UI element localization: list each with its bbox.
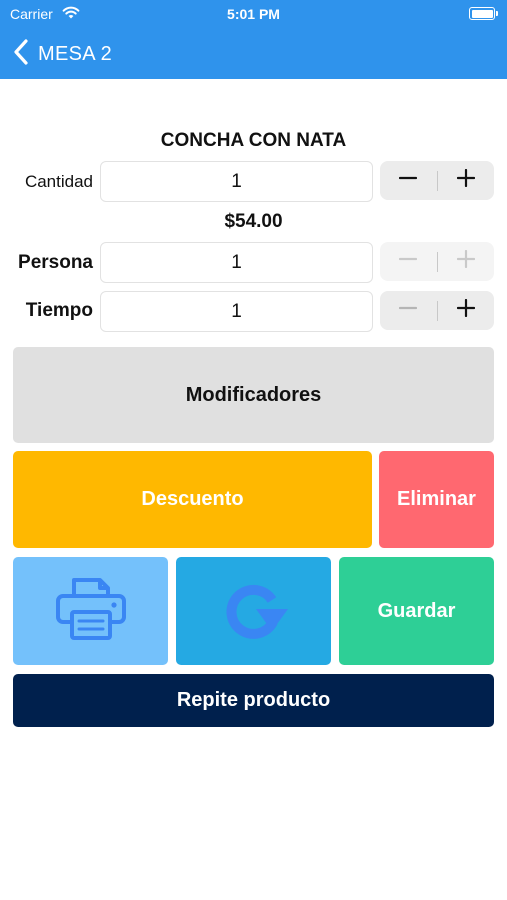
plus-icon xyxy=(456,168,475,192)
chevron-left-icon xyxy=(12,38,30,70)
back-label: MESA 2 xyxy=(38,42,113,65)
repite-producto-button[interactable]: Repite producto xyxy=(13,674,494,727)
guardar-button[interactable]: Guardar xyxy=(339,557,494,665)
cantidad-increment-button[interactable] xyxy=(437,161,494,200)
tiempo-label: Tiempo xyxy=(25,300,93,321)
plus-icon xyxy=(456,249,475,273)
minus-icon xyxy=(399,250,418,273)
nav-bar: MESA 2 xyxy=(0,30,507,79)
tiempo-decrement-button[interactable] xyxy=(380,291,437,330)
cantidad-decrement-button[interactable] xyxy=(380,161,437,200)
persona-increment-button[interactable] xyxy=(437,242,494,281)
cantidad-label: Cantidad xyxy=(24,172,93,191)
status-bar: Carrier 5:01 PM xyxy=(0,0,507,30)
persona-stepper xyxy=(380,242,494,281)
eliminar-button[interactable]: Eliminar xyxy=(379,451,494,548)
print-button[interactable] xyxy=(13,557,168,665)
persona-decrement-button[interactable] xyxy=(380,242,437,281)
product-name: CONCHA CON NATA xyxy=(160,130,347,151)
product-price: $54.00 xyxy=(224,211,283,232)
tiempo-stepper xyxy=(380,291,494,330)
minus-icon xyxy=(399,169,418,192)
modificadores-button[interactable]: Modificadores xyxy=(13,347,494,443)
tiempo-field[interactable] xyxy=(100,291,373,332)
back-button[interactable]: MESA 2 xyxy=(12,38,112,70)
persona-field[interactable] xyxy=(100,242,373,283)
persona-label: Persona xyxy=(18,252,93,273)
refresh-button[interactable] xyxy=(176,557,331,665)
status-time: 5:01 PM xyxy=(227,6,280,22)
plus-icon xyxy=(456,298,475,322)
cantidad-field[interactable] xyxy=(100,161,373,202)
printer-icon xyxy=(54,576,128,647)
battery-icon xyxy=(469,7,498,20)
cantidad-stepper xyxy=(380,161,494,200)
tiempo-increment-button[interactable] xyxy=(437,291,494,330)
descuento-button[interactable]: Descuento xyxy=(13,451,372,548)
refresh-icon xyxy=(216,573,292,650)
minus-icon xyxy=(399,299,418,322)
